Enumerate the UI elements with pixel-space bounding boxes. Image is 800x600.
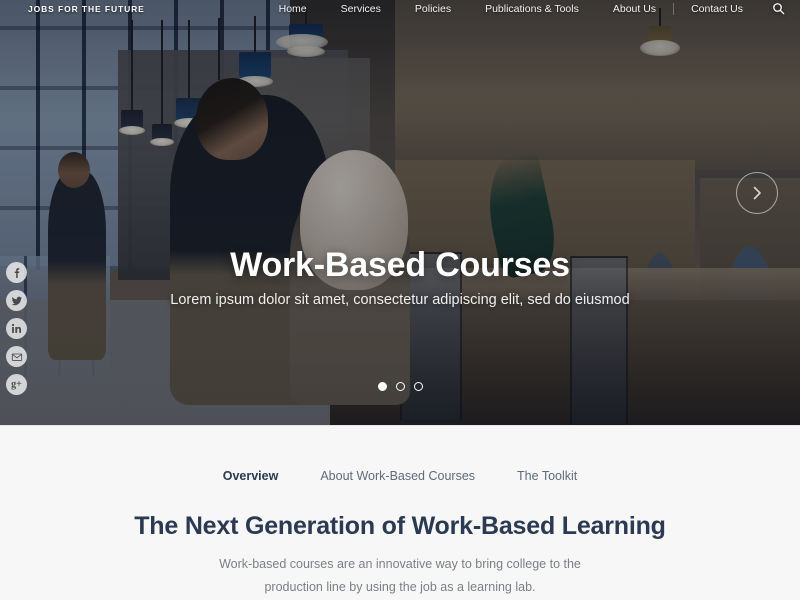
hero-subtitle: Lorem ipsum dolor sit amet, consectetur … [170, 292, 630, 309]
nav-item-publications-tools[interactable]: Publications & Tools [468, 3, 596, 15]
nav-item-contact-us[interactable]: Contact Us [673, 2, 760, 15]
tab-the-toolkit[interactable]: The Toolkit [517, 469, 577, 483]
section-tabs: Overview About Work-Based Courses The To… [0, 426, 800, 483]
email-icon[interactable] [6, 346, 27, 367]
twitter-icon[interactable] [6, 290, 27, 311]
content-section: Overview About Work-Based Courses The To… [0, 425, 800, 600]
hero-background-photo [0, 0, 800, 425]
next-slide-button[interactable] [736, 172, 778, 214]
nav-item-services[interactable]: Services [324, 3, 398, 15]
carousel-dots [0, 382, 800, 391]
carousel-dot-3[interactable] [413, 382, 423, 391]
hero-banner: JOBS FOR THE FUTURE Home Services Polici… [0, 0, 800, 425]
section-body: Work-based courses are an innovative way… [0, 553, 800, 599]
search-icon[interactable] [766, 2, 790, 15]
section-body-line-2: production line by using the job as a le… [264, 580, 536, 595]
tab-about-work-based-courses[interactable]: About Work-Based Courses [320, 469, 475, 483]
social-share-rail: g+ [6, 262, 27, 395]
google-plus-icon[interactable]: g+ [6, 374, 27, 395]
carousel-dot-1[interactable] [377, 382, 387, 391]
hero-overlay-tint [0, 0, 800, 425]
section-body-line-1: Work-based courses are an innovative way… [219, 557, 581, 571]
facebook-icon[interactable] [6, 262, 27, 283]
nav-menu: Home Services Policies Publications & To… [262, 2, 800, 15]
carousel-dot-2[interactable] [395, 382, 405, 391]
nav-item-policies[interactable]: Policies [398, 3, 468, 15]
nav-item-about-us[interactable]: About Us [596, 3, 673, 15]
chevron-right-icon [753, 186, 761, 200]
nav-item-home[interactable]: Home [262, 3, 324, 15]
tab-overview[interactable]: Overview [223, 469, 279, 483]
hero-title: Work-Based Courses [230, 246, 570, 284]
hero-caption: Work-Based Courses Lorem ipsum dolor sit… [0, 245, 800, 308]
section-heading: The Next Generation of Work-Based Learni… [134, 512, 666, 540]
linkedin-icon[interactable] [6, 318, 27, 339]
top-navigation-bar: JOBS FOR THE FUTURE Home Services Polici… [0, 0, 800, 17]
site-logo[interactable]: JOBS FOR THE FUTURE [0, 4, 145, 14]
